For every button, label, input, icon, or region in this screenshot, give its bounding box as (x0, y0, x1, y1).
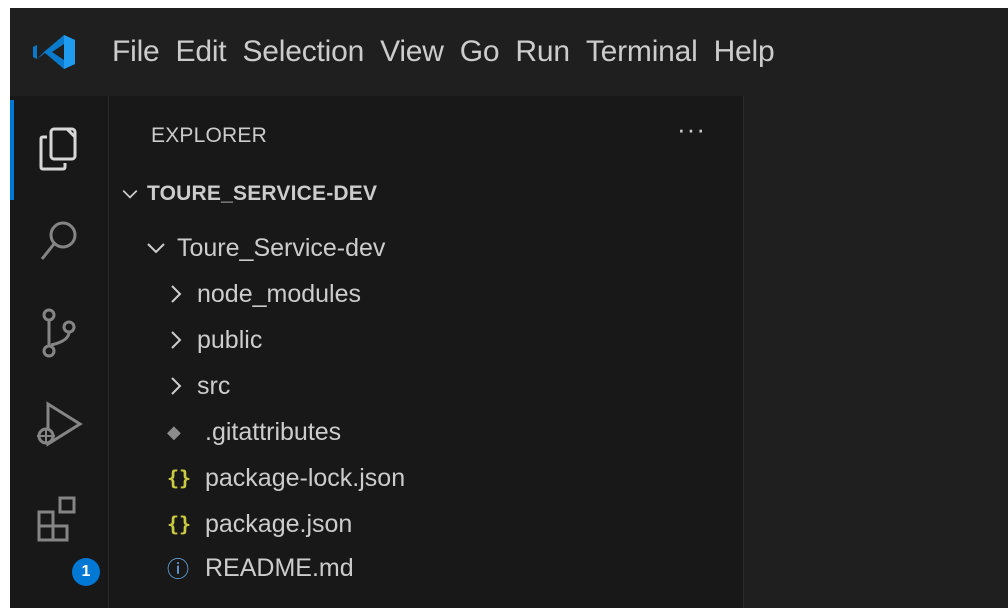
run-debug-button[interactable] (10, 384, 108, 466)
vscode-logo-icon (33, 35, 75, 69)
chevron-down-icon (122, 190, 138, 199)
sidebar-title: EXPLORER (151, 124, 267, 147)
chevron-down-icon (147, 243, 165, 254)
tree-item-public[interactable]: public (163, 318, 262, 362)
more-actions-button[interactable]: ··· (677, 114, 706, 144)
menu-selection[interactable]: Selection (242, 8, 380, 96)
tree-item-label: .gitattributes (205, 417, 342, 446)
chevron-right-icon (171, 377, 182, 395)
explorer-icon (39, 127, 77, 171)
tree-item-label: package-lock.json (205, 463, 406, 492)
menu-bar: File Edit Selection View Go Run Terminal… (10, 8, 1008, 96)
run-debug-icon (37, 401, 83, 447)
extensions-button[interactable] (10, 478, 108, 560)
tree-item-label: package.json (205, 509, 353, 538)
source-control-button[interactable] (10, 292, 108, 374)
tree-item-root-folder[interactable]: Toure_Service-dev (143, 226, 385, 270)
activity-bar (10, 96, 109, 608)
tree-item-label: src (197, 371, 231, 400)
explorer-button[interactable] (10, 108, 108, 190)
explorer-sidebar: EXPLORER ··· TOURE_SERVICE-DEV Toure_Ser… (109, 96, 744, 608)
tree-item-label: public (197, 325, 263, 354)
json-file-icon: {} (167, 466, 192, 490)
menu-run[interactable]: Run (515, 8, 585, 96)
menu-view[interactable]: View (380, 8, 460, 96)
tree-item-readme[interactable]: ⓘ README.md (167, 546, 354, 590)
tree-item-package-json[interactable]: {} package.json (167, 502, 352, 546)
chevron-right-icon (171, 285, 182, 303)
menu-edit[interactable]: Edit (176, 8, 243, 96)
search-icon (40, 221, 77, 260)
menu-help[interactable]: Help (714, 8, 791, 96)
source-control-icon (42, 308, 76, 358)
tree-item-src[interactable]: src (163, 364, 230, 408)
editor-area[interactable] (744, 96, 1008, 608)
tree-item-label: node_modules (197, 279, 362, 308)
tree-item-node-modules[interactable]: node_modules (163, 272, 361, 316)
workspace-section-header[interactable]: TOURE_SERVICE-DEV (119, 176, 377, 212)
git-file-icon: ◆ (167, 421, 181, 442)
tree-item-gitattributes[interactable]: ◆ .gitattributes (167, 410, 341, 454)
info-icon: ⓘ (167, 557, 190, 582)
menu-file[interactable]: File (112, 8, 176, 96)
menu-terminal[interactable]: Terminal (586, 8, 714, 96)
vscode-window: File Edit Selection View Go Run Terminal… (10, 8, 1008, 608)
tree-item-package-lock-json[interactable]: {} package-lock.json (167, 456, 405, 500)
workspace-name: TOURE_SERVICE-DEV (147, 182, 378, 205)
tree-item-label: Toure_Service-dev (177, 233, 386, 262)
menu-go[interactable]: Go (460, 8, 516, 96)
search-button[interactable] (10, 200, 108, 282)
extensions-badge: 1 (72, 558, 100, 586)
json-file-icon: {} (167, 512, 192, 536)
chevron-right-icon (171, 331, 182, 349)
extensions-icon (37, 496, 76, 542)
tree-item-label: README.md (205, 553, 354, 582)
